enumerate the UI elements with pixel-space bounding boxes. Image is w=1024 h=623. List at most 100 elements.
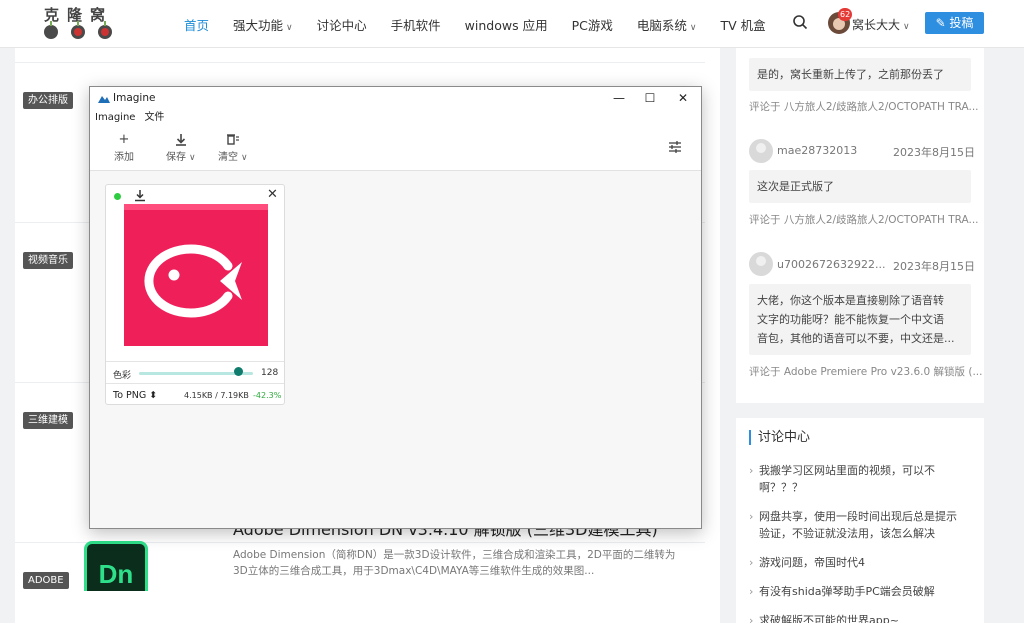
bomb-icon	[98, 21, 112, 39]
color-slider-thumb[interactable]	[233, 367, 243, 376]
nav-item[interactable]: PC游戏	[572, 15, 613, 34]
comment-date: 2023年8月15日	[893, 260, 975, 273]
chevron-down-icon: ∨	[189, 153, 196, 163]
clear-label: 清空	[218, 152, 238, 163]
window-titlebar[interactable]: Imagine — ☐ ✕	[90, 87, 701, 109]
category-tag[interactable]: 办公排版	[23, 92, 73, 109]
nav-item-label: 手机软件	[390, 17, 441, 33]
close-icon[interactable]: ✕	[267, 187, 278, 202]
article-desc-line: Adobe Dimension（简称DN）是一款3D设计软件，三维合成和渲染工具…	[233, 549, 676, 561]
comment-line: 大佬，你这个版本是直接剔除了语音转	[757, 294, 944, 307]
nav-item-label: PC游戏	[571, 17, 613, 33]
nav-item-label: TV 机盒	[720, 17, 766, 33]
menu-imagine[interactable]: Imagine	[95, 109, 135, 127]
article-desc-line: 3D立体的三维合成工具，用于3Dmax\C4D\MAYA等三维软件生成的效果图.…	[233, 565, 595, 577]
close-button[interactable]: ✕	[668, 89, 698, 107]
forum-title: 讨论中心	[749, 430, 810, 445]
image-card: ✕ 色彩 128 To PNG ⬍ 4.15KB / 7.19KB -42.3%	[105, 184, 285, 405]
bomb-icon	[44, 21, 58, 39]
category-tag[interactable]: 三维建模	[23, 412, 73, 429]
chevron-down-icon: ∨	[286, 22, 293, 33]
comment-reference[interactable]: 评论于 Adobe Premiere Pro v23.6.0 解锁版 (...	[749, 364, 982, 379]
commenter-name[interactable]: u7002672632922...	[777, 258, 885, 271]
divider	[15, 62, 705, 63]
forum-item-line: 我搬学习区网站里面的视频，可以不	[759, 464, 935, 477]
image-preview[interactable]	[124, 204, 268, 346]
post-button[interactable]: ✎ 投稿	[925, 12, 984, 34]
plus-icon: +	[118, 132, 130, 147]
window-title: Imagine	[113, 92, 156, 104]
window-menubar: Imagine 文件	[90, 109, 701, 127]
nav-item-label: 强大功能	[233, 17, 284, 33]
article-description: Adobe Dimension（简称DN）是一款3D设计软件，三维合成和渲染工具…	[233, 547, 698, 579]
chevron-down-icon: ∨	[689, 22, 697, 33]
notification-badge: 62	[838, 8, 853, 21]
fish-logo-icon	[144, 244, 242, 318]
window-toolbar: + 添加 保存 ∨ 清空 ∨	[90, 127, 701, 171]
nav-item-label: 电脑系统	[636, 17, 687, 33]
forum-item-line: 验证，不验证就没法用，该怎么解决	[759, 527, 935, 540]
forum-item[interactable]: 有没有shida弹琴助手PC端会员破解	[749, 583, 974, 600]
forum-item[interactable]: 游戏问题，帝国时代4	[749, 554, 974, 571]
card-separator	[106, 383, 284, 384]
save-button[interactable]: 保存 ∨	[166, 131, 196, 163]
maximize-button[interactable]: ☐	[635, 89, 665, 107]
site-logo[interactable]: 克隆窝	[44, 4, 114, 42]
add-button[interactable]: + 添加	[114, 131, 134, 163]
imagine-window: Imagine — ☐ ✕ Imagine 文件 + 添加 保存 ∨ 清空 ∨ …	[89, 86, 702, 529]
category-tag[interactable]: 视频音乐	[23, 252, 73, 269]
menu-file[interactable]: 文件	[144, 109, 164, 127]
forum-item[interactable]: 我搬学习区网站里面的视频，可以不 啊？？？	[749, 462, 974, 496]
nav-item[interactable]: TV 机盒	[720, 15, 765, 34]
sliders-icon[interactable]	[667, 139, 683, 155]
add-label: 添加	[114, 152, 134, 163]
main-nav: 首页 强大功能 ∨ 讨论中心 手机软件 windows 应用 PC游戏 电脑系统 ∨ TV 机盒	[184, 0, 790, 48]
save-label: 保存	[166, 152, 186, 163]
commenter-avatar	[749, 252, 773, 276]
nav-item-label: windows 应用	[464, 17, 548, 33]
bomb-icon	[71, 21, 85, 39]
forum-item[interactable]: 网盘共享，使用一段时间出现后总是提示 验证，不验证就没法用，该怎么解决	[749, 508, 974, 542]
comment-reference[interactable]: 评论于 八方旅人2/歧路旅人2/OCTOPATH TRA...	[749, 99, 979, 114]
nav-item-label: 讨论中心	[316, 17, 367, 33]
minimize-button[interactable]: —	[604, 89, 634, 107]
forum-item-line: 有没有shida弹琴助手PC端会员破解	[759, 585, 935, 598]
comment-date: 2023年8月15日	[893, 146, 975, 159]
forum-item-line: 游戏问题，帝国时代4	[759, 556, 865, 569]
username: 窝长大大	[852, 18, 901, 32]
download-icon[interactable]	[134, 189, 146, 202]
adobe-dimension-icon[interactable]: Dn	[84, 541, 148, 591]
commenter-name[interactable]: mae28732013	[777, 144, 857, 157]
commenter-avatar	[749, 139, 773, 163]
status-dot	[114, 193, 121, 200]
forum-item-line: 求破解版不可能的世界app~	[759, 614, 899, 623]
nav-item[interactable]: 讨论中心	[317, 15, 367, 34]
comment-bubble: 这次是正式版了	[749, 170, 971, 203]
comment-reference[interactable]: 评论于 八方旅人2/歧路旅人2/OCTOPATH TRA...	[749, 212, 979, 227]
nav-item[interactable]: windows 应用	[465, 15, 548, 34]
clear-list-icon	[226, 134, 239, 145]
comment-bubble: 是的，窝长重新上传了，之前那份丢了	[749, 58, 971, 91]
forum-item-line: 网盘共享，使用一段时间出现后总是提示	[759, 510, 957, 523]
imagine-app-icon	[98, 96, 110, 103]
comment-line: 音包，其他的语音可以不要，中文还是...	[757, 332, 955, 345]
card-separator	[106, 361, 284, 362]
comment-bubble: 大佬，你这个版本是直接剔除了语音转 文字的功能呀？能不能恢复一个中文语 音包，其…	[749, 284, 971, 355]
compression-ratio: -42.3%	[253, 391, 282, 400]
nav-item[interactable]: 电脑系统 ∨	[637, 15, 697, 34]
nav-item[interactable]: 手机软件	[391, 15, 441, 34]
format-select[interactable]: To PNG ⬍	[113, 390, 157, 401]
forum-item[interactable]: 求破解版不可能的世界app~	[749, 612, 974, 623]
comment-line: 文字的功能呀？能不能恢复一个中文语	[757, 313, 944, 326]
category-tag[interactable]: ADOBE	[23, 572, 69, 589]
nav-item[interactable]: 强大功能 ∨	[233, 15, 293, 34]
user-avatar[interactable]: 62	[828, 8, 853, 34]
color-value: 128	[261, 368, 279, 378]
search-icon[interactable]	[792, 14, 808, 30]
nav-item[interactable]: 首页	[184, 15, 209, 34]
chevron-down-icon: ∨	[241, 153, 248, 163]
size-info: 4.15KB / 7.19KB	[184, 391, 249, 400]
clear-button[interactable]: 清空 ∨	[218, 131, 248, 163]
chevron-down-icon: ∨	[903, 22, 910, 32]
user-menu[interactable]: 窝长大大 ∨	[852, 16, 910, 33]
